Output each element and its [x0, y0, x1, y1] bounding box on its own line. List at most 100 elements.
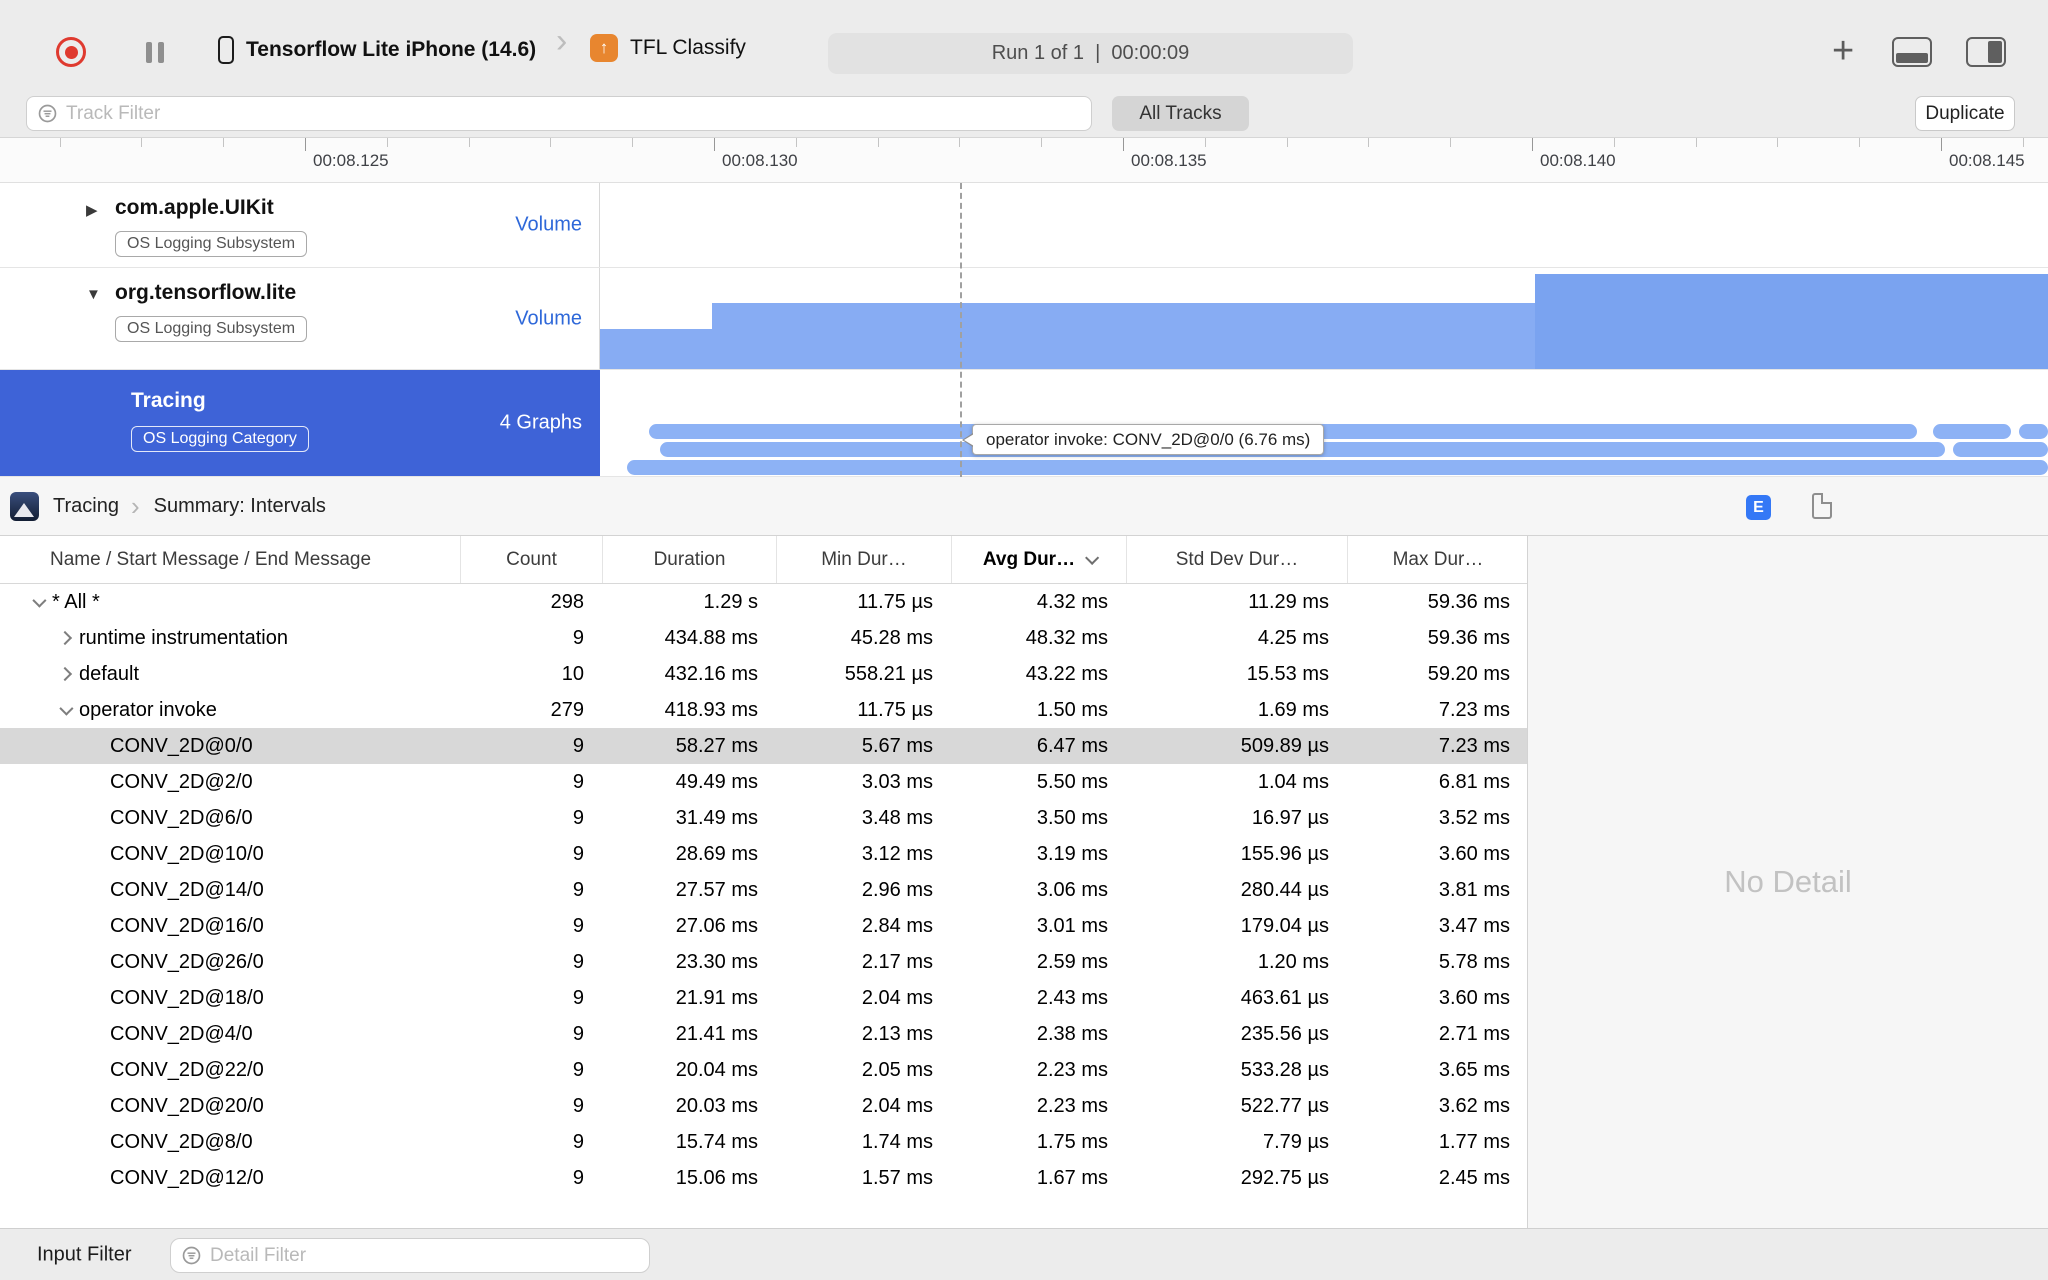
- cell-max: 3.62 ms: [1438, 1094, 1510, 1117]
- disclosure-collapsed-icon[interactable]: [57, 666, 73, 682]
- table-row[interactable]: CONV_2D@8/0 9 15.74 ms 1.74 ms 1.75 ms 7.79 µ…: [0, 1124, 1527, 1160]
- disclosure-expanded-icon[interactable]: [32, 593, 47, 608]
- column-header-avg[interactable]: Avg Dur…: [951, 536, 1126, 583]
- track-title: org.tensorflow.lite: [115, 281, 297, 304]
- column-header-name[interactable]: Name / Start Message / End Message: [0, 536, 460, 583]
- column-header-stddev[interactable]: Std Dev Dur…: [1126, 536, 1347, 583]
- cell-std: 15.53 ms: [1246, 662, 1329, 685]
- table-row[interactable]: CONV_2D@4/0 9 21.41 ms 2.13 ms 2.38 ms 235.56…: [0, 1016, 1527, 1052]
- cell-count: 9: [572, 950, 584, 973]
- table-row[interactable]: operator invoke 279 418.93 ms 11.75 µs 1.50 …: [0, 692, 1527, 728]
- track-filter-input[interactable]: [66, 102, 1081, 125]
- cell-duration: 27.06 ms: [675, 914, 758, 937]
- cell-avg: 3.06 ms: [1036, 878, 1108, 901]
- row-name: CONV_2D@10/0: [110, 842, 264, 865]
- cell-count: 9: [572, 914, 584, 937]
- row-name-cell: CONV_2D@22/0: [0, 1052, 460, 1088]
- pause-button[interactable]: [146, 42, 164, 63]
- cell-std: 292.75 µs: [1240, 1166, 1329, 1189]
- cell-min: 3.03 ms: [861, 770, 933, 793]
- table-row[interactable]: CONV_2D@2/0 9 49.49 ms 3.03 ms 5.50 ms 1.04 m…: [0, 764, 1527, 800]
- track-meta: Volume: [515, 213, 582, 236]
- ruler-tick: [59, 138, 61, 147]
- cell-min: 45.28 ms: [850, 626, 933, 649]
- table-row[interactable]: * All * 298 1.29 s 11.75 µs 4.32 ms 11.29 ms 5…: [0, 584, 1527, 620]
- cell-std: 155.96 µs: [1240, 842, 1329, 865]
- disclosure-expanded-icon[interactable]: ▼: [86, 286, 101, 303]
- table-row[interactable]: CONV_2D@20/0 9 20.03 ms 2.04 ms 2.23 ms 522.7…: [0, 1088, 1527, 1124]
- table-row[interactable]: CONV_2D@12/0 9 15.06 ms 1.57 ms 1.67 ms 292.7…: [0, 1160, 1527, 1196]
- table-row[interactable]: CONV_2D@0/0 9 58.27 ms 5.67 ms 6.47 ms 509.89…: [0, 728, 1527, 764]
- cell-count: 9: [572, 1166, 584, 1189]
- intervals-table: Name / Start Message / End Message Count…: [0, 536, 1528, 1228]
- table-row[interactable]: runtime instrumentation 9 434.88 ms 45.28 m…: [0, 620, 1527, 656]
- column-header-duration[interactable]: Duration: [602, 536, 776, 583]
- toggle-bottom-panel-button[interactable]: [1892, 37, 1932, 67]
- table-row[interactable]: CONV_2D@10/0 9 28.69 ms 3.12 ms 3.19 ms 155.9…: [0, 836, 1527, 872]
- table-row[interactable]: CONV_2D@18/0 9 21.91 ms 2.04 ms 2.43 ms 463.6…: [0, 980, 1527, 1016]
- table-row[interactable]: CONV_2D@26/0 9 23.30 ms 2.17 ms 2.59 ms 1.20 …: [0, 944, 1527, 980]
- table-row[interactable]: default 10 432.16 ms 558.21 µs 43.22 ms 15.53…: [0, 656, 1527, 692]
- tracing-chart-lane[interactable]: [600, 370, 2048, 476]
- table-row[interactable]: CONV_2D@6/0 9 31.49 ms 3.48 ms 3.50 ms 16.97 …: [0, 800, 1527, 836]
- track-area: ▶ com.apple.UIKit OS Logging Subsystem V…: [0, 183, 2048, 477]
- column-header-count[interactable]: Count: [460, 536, 602, 583]
- ruler-label: 00:08.135: [1131, 151, 1207, 170]
- cell-min: 2.17 ms: [861, 950, 933, 973]
- record-button[interactable]: [56, 37, 86, 67]
- track-title: com.apple.UIKit: [115, 196, 274, 219]
- ruler-tick: [1777, 138, 1779, 147]
- cell-std: 4.25 ms: [1257, 626, 1329, 649]
- cell-min: 2.96 ms: [861, 878, 933, 901]
- cell-count: 279: [550, 698, 584, 721]
- row-name: CONV_2D@0/0: [110, 734, 253, 757]
- column-header-min[interactable]: Min Dur…: [776, 536, 951, 583]
- target-app-selector[interactable]: ↑ TFL Classify: [590, 34, 746, 62]
- document-icon[interactable]: [1812, 493, 1832, 519]
- volume-chart-lane[interactable]: [600, 268, 2048, 369]
- disclosure-collapsed-icon[interactable]: ▶: [86, 201, 98, 219]
- bottom-panel-icon: [1896, 53, 1928, 63]
- table-row[interactable]: CONV_2D@16/0 9 27.06 ms 2.84 ms 3.01 ms 179.0…: [0, 908, 1527, 944]
- all-tracks-button[interactable]: All Tracks: [1112, 96, 1249, 131]
- table-row[interactable]: CONV_2D@14/0 9 27.57 ms 2.96 ms 3.06 ms 280.4…: [0, 872, 1527, 908]
- column-header-max[interactable]: Max Dur…: [1347, 536, 1527, 583]
- cell-count: 9: [572, 626, 584, 649]
- cell-min: 2.05 ms: [861, 1058, 933, 1081]
- interval-capsule[interactable]: [2019, 424, 2048, 439]
- track-filter-field[interactable]: [26, 96, 1092, 131]
- cell-duration: 49.49 ms: [675, 770, 758, 793]
- device-selector[interactable]: Tensorflow Lite iPhone (14.6): [218, 36, 536, 64]
- track-lane[interactable]: [600, 183, 2048, 267]
- interval-capsule[interactable]: [1953, 442, 2048, 457]
- row-name: CONV_2D@12/0: [110, 1166, 264, 1189]
- detail-filter-input[interactable]: [210, 1244, 639, 1267]
- add-instrument-button[interactable]: +: [1832, 32, 1854, 70]
- interval-capsule[interactable]: [627, 460, 2048, 475]
- duplicate-button[interactable]: Duplicate: [1915, 96, 2015, 131]
- ruler-tick: [1695, 138, 1697, 147]
- track-row-uikit[interactable]: ▶ com.apple.UIKit OS Logging Subsystem V…: [0, 183, 2048, 268]
- disclosure-collapsed-icon[interactable]: [57, 630, 73, 646]
- track-row-tensorflow[interactable]: ▼ org.tensorflow.lite OS Logging Subsyst…: [0, 268, 2048, 370]
- cell-max: 3.47 ms: [1438, 914, 1510, 937]
- row-name-cell: CONV_2D@12/0: [0, 1160, 460, 1196]
- interval-capsule[interactable]: [1933, 424, 2011, 439]
- ruler-label: 00:08.130: [722, 151, 798, 170]
- track-label: ▶ com.apple.UIKit OS Logging Subsystem V…: [0, 183, 600, 267]
- toggle-right-panel-button[interactable]: [1966, 37, 2006, 67]
- breadcrumb-tracing[interactable]: Tracing: [53, 495, 119, 518]
- cell-std: 533.28 µs: [1240, 1058, 1329, 1081]
- row-name: CONV_2D@14/0: [110, 878, 264, 901]
- row-name: runtime instrumentation: [79, 626, 288, 649]
- breadcrumb-summary[interactable]: Summary: Intervals: [154, 495, 326, 518]
- expanded-detail-toggle[interactable]: E: [1746, 495, 1771, 520]
- cell-max: 3.65 ms: [1438, 1058, 1510, 1081]
- column-header-avg-label: Avg Dur…: [982, 548, 1076, 570]
- table-row[interactable]: CONV_2D@22/0 9 20.04 ms 2.05 ms 2.23 ms 533.2…: [0, 1052, 1527, 1088]
- disclosure-expanded-icon[interactable]: [59, 701, 74, 716]
- detail-filter-field[interactable]: [170, 1238, 650, 1273]
- run-status: Run 1 of 1 | 00:00:09: [828, 33, 1353, 74]
- ruler-tick: [1368, 138, 1370, 147]
- time-ruler[interactable]: 00:08.125 00:08.130 00:08.135 00:08.140 00:0…: [0, 137, 2048, 183]
